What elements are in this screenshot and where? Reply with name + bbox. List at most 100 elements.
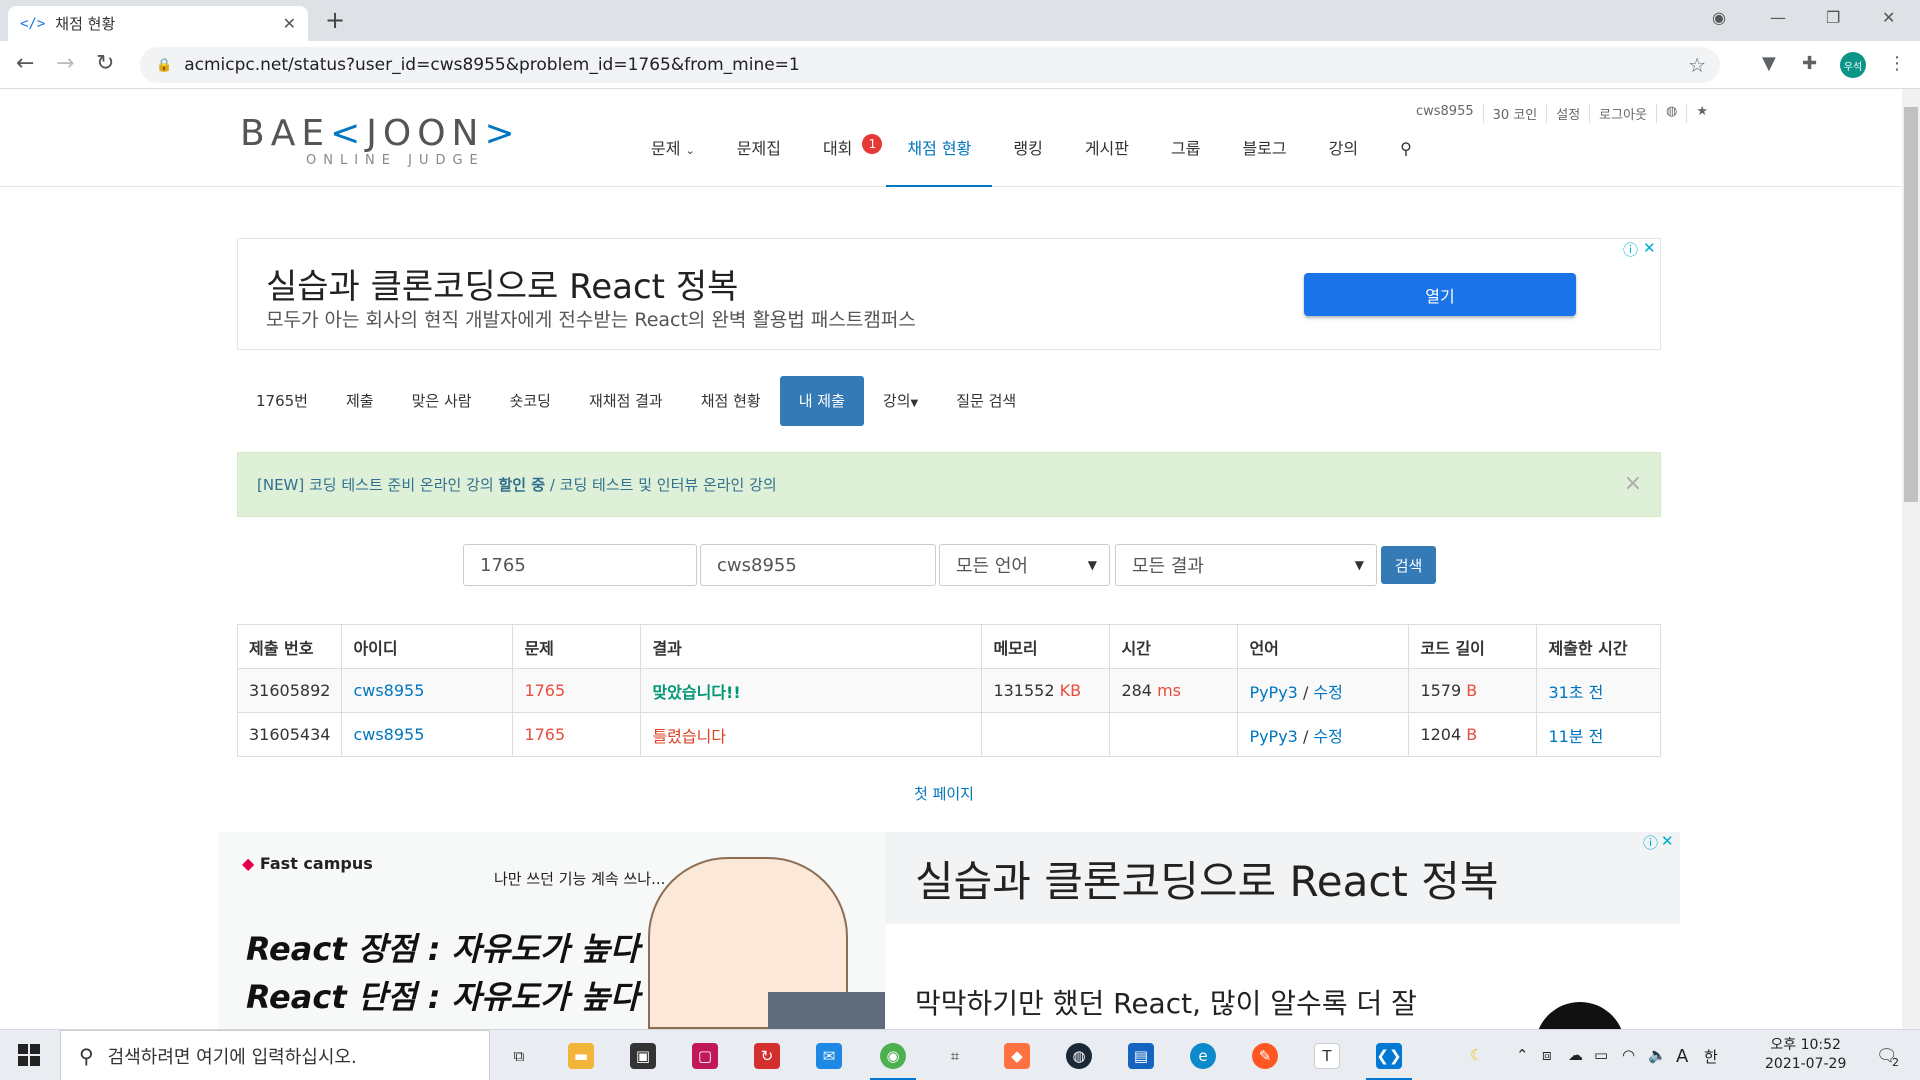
chrome-icon[interactable]: ◉ [870, 1043, 916, 1080]
store-icon[interactable]: ▣ [630, 1043, 656, 1069]
windows-start-icon[interactable] [18, 1044, 40, 1066]
clock-time: 오후 10:52 [1770, 1037, 1841, 1053]
snipping-tool-icon[interactable]: ⌗ [942, 1043, 968, 1069]
bookmark-star-icon[interactable]: ☆ [1688, 53, 1706, 77]
nav-status[interactable]: 채점 현황 [886, 139, 993, 187]
task-view-icon[interactable]: ⧉ [506, 1043, 532, 1069]
profile-avatar[interactable]: 우석 [1840, 52, 1866, 78]
submitted-time-link[interactable]: 31초 전 [1548, 683, 1603, 702]
top-ad-banner[interactable]: 실습과 클론코딩으로 React 정복 모두가 아는 회사의 현직 개발자에게 … [237, 238, 1661, 350]
font-icon[interactable]: A [1676, 1046, 1688, 1067]
wifi-icon[interactable]: ◠ [1622, 1046, 1635, 1064]
back-icon[interactable]: ← [16, 51, 34, 76]
media-icon[interactable]: ◉ [1712, 8, 1726, 27]
settings-link[interactable]: 설정 [1546, 104, 1589, 123]
favorite-star-icon[interactable]: ★ [1686, 104, 1717, 123]
taskbar-search-box[interactable]: ⚲ 검색하려면 여기에 입력하십시오. [60, 1030, 490, 1080]
tray-chevron-up-icon[interactable]: ⌃ [1516, 1046, 1529, 1064]
app-pink-icon[interactable]: ▢ [692, 1043, 718, 1069]
nav-group[interactable]: 그룹 [1150, 139, 1221, 187]
user-link[interactable]: cws8955 [353, 725, 424, 744]
file-explorer-icon[interactable]: ▬ [568, 1043, 594, 1069]
nav-ranking[interactable]: 랭킹 [992, 139, 1063, 187]
onedrive-icon[interactable]: ☁ [1568, 1046, 1583, 1064]
tab-status[interactable]: 채점 현황 [682, 376, 780, 426]
restore-icon[interactable]: ❐ [1826, 8, 1840, 27]
coin-link[interactable]: 30 코인 [1482, 104, 1547, 123]
git-icon[interactable]: ◆ [1004, 1043, 1030, 1069]
nav-contest[interactable]: 대회 1 [802, 134, 886, 187]
vscode-icon[interactable]: ❮❯ [1366, 1043, 1412, 1080]
nav-problems[interactable]: 문제 ⌄ [630, 139, 716, 187]
alert-close-icon[interactable]: × [1624, 471, 1642, 496]
edge-icon[interactable]: e [1190, 1043, 1216, 1069]
typora-icon[interactable]: T [1314, 1043, 1340, 1069]
tab-problem[interactable]: 1765번 [237, 376, 327, 426]
edit-link[interactable]: 수정 [1313, 683, 1342, 702]
tab-question-search[interactable]: 질문 검색 [937, 376, 1035, 426]
new-tab-icon[interactable]: + [325, 6, 345, 34]
reload-icon[interactable]: ↻ [96, 51, 114, 76]
ad-close-icon[interactable]: ✕ [1643, 239, 1656, 257]
problem-link[interactable]: 1765 [524, 681, 565, 700]
minimize-icon[interactable]: — [1770, 8, 1786, 27]
tab-my-submissions[interactable]: 내 제출 [779, 376, 864, 426]
user-link[interactable]: cws8955 [353, 681, 424, 700]
app-orange-icon[interactable]: ✎ [1252, 1043, 1278, 1069]
ad-info-icon[interactable]: ⓘ [1623, 239, 1638, 260]
tab-submit[interactable]: 제출 [327, 376, 393, 426]
edit-link[interactable]: 수정 [1313, 727, 1342, 746]
language-link[interactable]: PyPy3 [1249, 683, 1297, 702]
language-select[interactable]: 모든 언어 ▼ [939, 544, 1110, 586]
submitted-time-link[interactable]: 11분 전 [1548, 727, 1603, 746]
ad-open-button[interactable]: 열기 [1304, 273, 1576, 316]
browser-tab[interactable]: </> 채점 현황 ✕ [8, 6, 308, 41]
tab-solved-users[interactable]: 맞은 사람 [393, 376, 491, 426]
moon-icon[interactable]: ☾ [1470, 1046, 1483, 1064]
tab-lectures[interactable]: 강의▼ [864, 376, 937, 426]
result-wrong: 틀렸습니다 [652, 726, 727, 746]
problem-link[interactable]: 1765 [524, 725, 565, 744]
reader-icon[interactable]: ▤ [1128, 1043, 1154, 1069]
taskbar-clock[interactable]: 오후 10:52 2021-07-29 [1765, 1036, 1846, 1074]
nav-lecture[interactable]: 강의 [1308, 139, 1379, 187]
search-icon[interactable]: ⚲ [1379, 139, 1433, 187]
globe-icon[interactable]: ◍ [1656, 104, 1686, 123]
mail-icon[interactable]: ✉ [816, 1043, 842, 1069]
tab-short-coding[interactable]: 숏코딩 [491, 376, 570, 426]
volume-icon[interactable]: 🔈 [1648, 1046, 1667, 1064]
forward-icon[interactable]: → [56, 51, 74, 76]
nav-blog[interactable]: 블로그 [1221, 139, 1307, 187]
steam-icon[interactable]: ◍ [1066, 1043, 1092, 1069]
scrollbar-thumb[interactable] [1904, 107, 1918, 502]
ad-play-circle[interactable] [1535, 1002, 1625, 1029]
nav-board[interactable]: 게시판 [1064, 139, 1150, 187]
browser-menu-icon[interactable]: ⋮ [1888, 53, 1906, 74]
first-page-link[interactable]: 첫 페이지 [914, 783, 974, 804]
ad-brand: Fast campus [259, 854, 373, 873]
extension-vee-icon[interactable]: ▼ [1762, 53, 1776, 74]
user-id-input[interactable]: cws8955 [700, 544, 936, 586]
logout-link[interactable]: 로그아웃 [1589, 104, 1656, 123]
tab-close-icon[interactable]: ✕ [283, 14, 296, 33]
extensions-puzzle-icon[interactable]: ✚ [1802, 53, 1817, 74]
address-bar[interactable]: 🔒 acmicpc.net/status?user_id=cws8955&pro… [140, 47, 1720, 83]
result-select[interactable]: 모든 결과 ▼ [1115, 544, 1377, 586]
app-sync-icon[interactable]: ↻ [754, 1043, 780, 1069]
bottom-ad-banner[interactable]: ◆ Fast campus 나만 쓰던 기능 계속 쓰나... React 장점… [218, 832, 1680, 1029]
site-logo[interactable]: BAE<JOON> [240, 113, 521, 154]
nav-workbook[interactable]: 문제집 [716, 139, 802, 187]
problem-id-input[interactable]: 1765 [463, 544, 697, 586]
language-link[interactable]: PyPy3 [1249, 727, 1297, 746]
tab-rejudge[interactable]: 재채점 결과 [570, 376, 682, 426]
ad-close-icon[interactable]: ✕ [1661, 832, 1674, 850]
tray-app-icon[interactable]: ⧈ [1542, 1046, 1552, 1064]
ad-info-icon[interactable]: ⓘ [1643, 832, 1658, 853]
alert-link[interactable]: [NEW] 코딩 테스트 준비 온라인 강의 할인 중 / 코딩 테스트 및 인… [257, 474, 777, 495]
search-button[interactable]: 검색 [1381, 546, 1436, 584]
browser-toolbar: ← → ↻ 🔒 acmicpc.net/status?user_id=cws89… [0, 41, 1920, 89]
ime-indicator[interactable]: 한 [1704, 1046, 1718, 1067]
user-link[interactable]: cws8955 [1407, 104, 1483, 123]
window-close-icon[interactable]: ✕ [1882, 8, 1895, 27]
battery-icon[interactable]: ▭ [1594, 1046, 1608, 1064]
